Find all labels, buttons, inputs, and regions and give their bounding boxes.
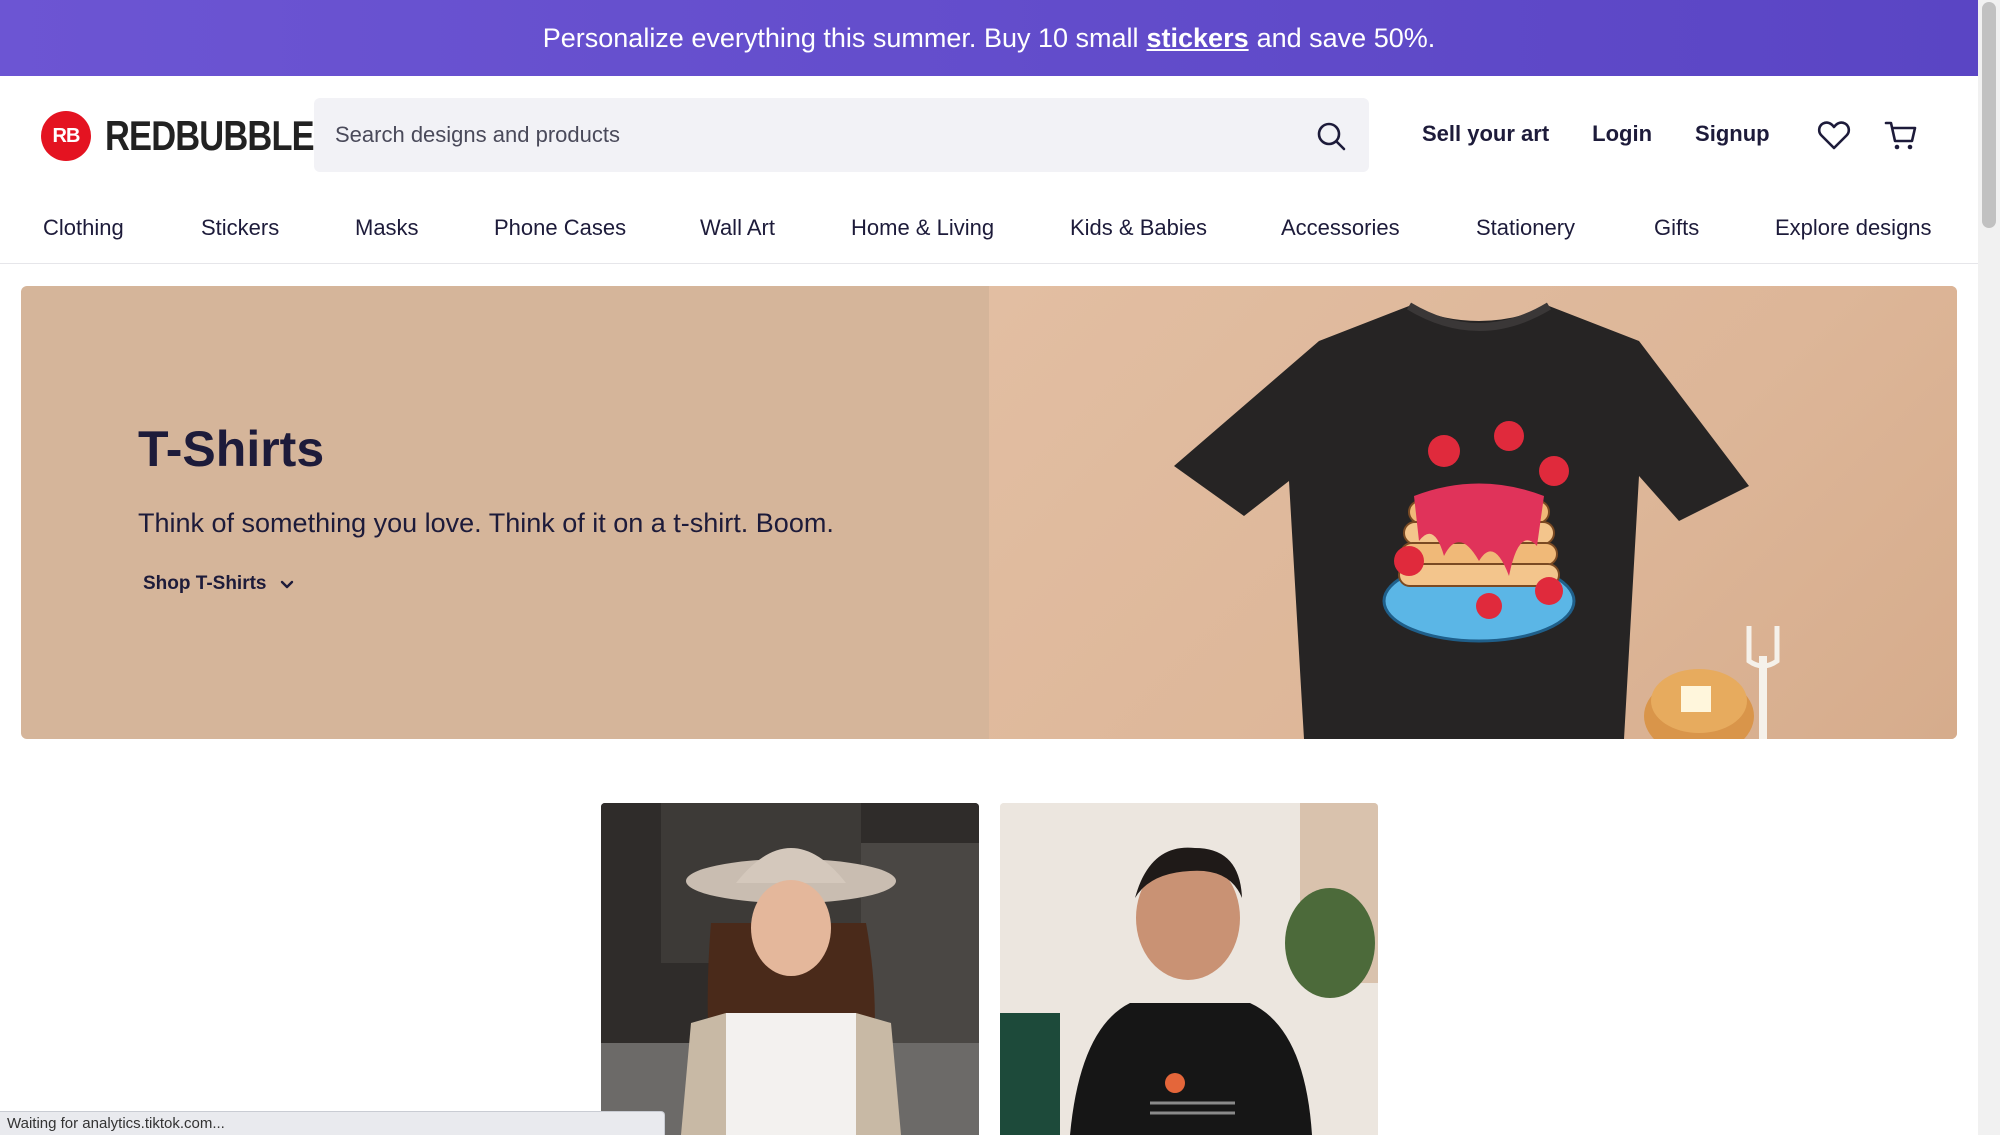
category-phone-cases[interactable]: Phone Cases bbox=[494, 215, 626, 241]
promo-text-after: and save 50%. bbox=[1256, 22, 1436, 53]
heart-icon bbox=[1817, 121, 1851, 150]
category-kids-babies[interactable]: Kids & Babies bbox=[1070, 215, 1207, 241]
signup-link[interactable]: Signup bbox=[1695, 121, 1770, 147]
hero-image bbox=[989, 286, 1957, 739]
search-button[interactable] bbox=[1315, 120, 1347, 152]
redbubble-logo[interactable]: RB REDBUBBLE bbox=[41, 111, 360, 161]
hero-title: T-Shirts bbox=[138, 421, 325, 477]
site-header: RB REDBUBBLE Sell your art Login Signup bbox=[0, 76, 1978, 193]
category-home-living[interactable]: Home & Living bbox=[851, 215, 994, 241]
promo-stickers-link[interactable]: stickers bbox=[1147, 23, 1249, 54]
logo-wordmark: REDBUBBLE bbox=[105, 112, 315, 159]
browser-status-bar: Waiting for analytics.tiktok.com... bbox=[0, 1111, 665, 1135]
header-actions: Sell your art Login Signup bbox=[1422, 121, 1813, 147]
sell-your-art-link[interactable]: Sell your art bbox=[1422, 121, 1549, 147]
category-stickers[interactable]: Stickers bbox=[201, 215, 279, 241]
tshirt-illustration bbox=[1174, 302, 1780, 739]
page-scrollbar[interactable] bbox=[1978, 0, 2000, 1135]
category-clothing[interactable]: Clothing bbox=[43, 215, 124, 241]
login-link[interactable]: Login bbox=[1592, 121, 1652, 147]
man-photo bbox=[1000, 803, 1378, 1135]
product-card-man[interactable] bbox=[1000, 803, 1378, 1135]
category-accessories[interactable]: Accessories bbox=[1281, 215, 1400, 241]
search-icon bbox=[1317, 122, 1346, 151]
hero-banner: T-Shirts Think of something you love. Th… bbox=[21, 286, 1957, 739]
search-bar bbox=[314, 98, 1369, 172]
category-gifts[interactable]: Gifts bbox=[1654, 215, 1699, 241]
hero-subtitle: Think of something you love. Think of it… bbox=[138, 508, 834, 538]
scrollbar-thumb[interactable] bbox=[1982, 2, 1996, 228]
promo-banner: Personalize everything this summer. Buy … bbox=[0, 0, 1978, 76]
cart-button[interactable] bbox=[1884, 118, 1918, 152]
cart-icon bbox=[1884, 121, 1917, 150]
logo-badge: RB bbox=[41, 111, 91, 161]
search-input[interactable] bbox=[335, 122, 1285, 148]
category-wall-art[interactable]: Wall Art bbox=[700, 215, 775, 241]
promo-text-before: Personalize everything this summer. Buy … bbox=[542, 22, 1139, 53]
category-explore-designs[interactable]: Explore designs bbox=[1775, 215, 1932, 241]
category-nav: Clothing Stickers Masks Phone Cases Wall… bbox=[0, 193, 1978, 264]
woman-photo bbox=[601, 803, 979, 1135]
category-masks[interactable]: Masks bbox=[355, 215, 419, 241]
category-stationery[interactable]: Stationery bbox=[1476, 215, 1575, 241]
chevron-down-icon bbox=[280, 580, 293, 589]
shop-tshirts-label: Shop T-Shirts bbox=[143, 573, 267, 594]
favorites-button[interactable] bbox=[1817, 118, 1851, 152]
shop-tshirts-button[interactable]: Shop T-Shirts bbox=[143, 573, 295, 595]
product-card-woman[interactable] bbox=[601, 803, 979, 1135]
